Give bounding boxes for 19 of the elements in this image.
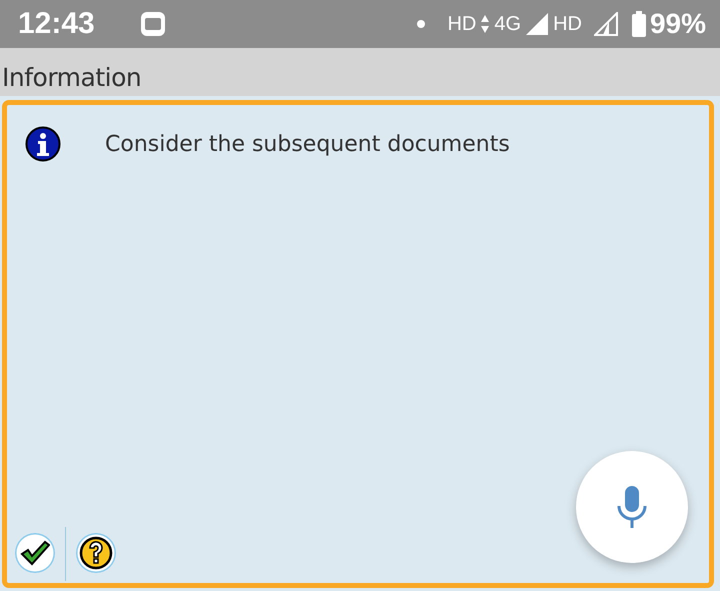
page-title: Information [2,62,142,94]
signal-icon [594,12,618,36]
question-mark-icon [79,536,113,570]
network-label: HD [553,12,582,36]
microphone-icon [616,486,648,528]
confirm-button[interactable] [15,533,55,573]
app-notification-icon [138,10,167,38]
message-text: Consider the subsequent documents [105,132,510,156]
signal-icon [525,12,550,36]
help-button[interactable] [76,533,116,573]
clock: 12:43 [18,7,95,41]
checkmark-icon [20,540,50,566]
network-type: 4G [494,12,522,36]
data-arrows-icon [480,14,490,34]
battery-percentage: 99% [650,8,706,40]
dot-icon [417,20,426,28]
network-label: HD [447,12,476,36]
battery-icon [632,11,646,37]
info-icon [25,126,61,162]
